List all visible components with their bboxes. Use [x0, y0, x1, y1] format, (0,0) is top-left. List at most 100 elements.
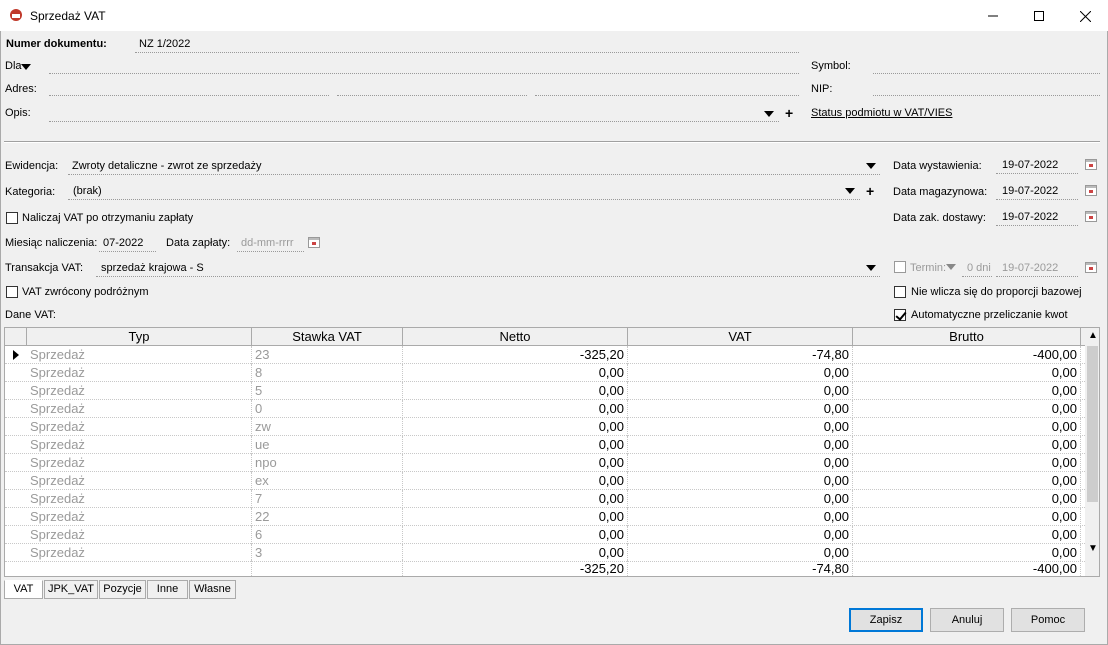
termin-calendar-icon[interactable] — [1085, 262, 1097, 273]
termin-days-input[interactable]: 0 dni — [967, 262, 991, 274]
table-row[interactable]: Sprzedaż 22 0,00 0,00 0,00 — [5, 508, 1085, 526]
tab-inne[interactable]: Inne — [147, 580, 188, 599]
cell-vat[interactable]: 0,00 — [628, 490, 853, 508]
table-row[interactable]: Sprzedaż npo 0,00 0,00 0,00 — [5, 454, 1085, 472]
data-magazynowa-input[interactable]: 19-07-2022 — [1002, 185, 1058, 197]
transakcja-dropdown-icon[interactable] — [866, 265, 876, 271]
grid-scrollbar[interactable]: ▲ ▼ — [1085, 328, 1099, 576]
cell-typ[interactable]: Sprzedaż — [27, 472, 252, 490]
data-zak-input[interactable]: 19-07-2022 — [1002, 211, 1058, 223]
cell-vat[interactable]: 0,00 — [628, 418, 853, 436]
termin-checkbox[interactable] — [894, 261, 906, 273]
cell-stawka[interactable]: 23 — [252, 346, 403, 364]
cell-netto[interactable]: 0,00 — [403, 454, 628, 472]
table-row[interactable]: Sprzedaż ue 0,00 0,00 0,00 — [5, 436, 1085, 454]
column-header-typ[interactable]: Typ — [27, 328, 252, 346]
ewidencja-select[interactable]: Zwroty detaliczne - zwrot ze sprzedaży — [72, 160, 262, 172]
cell-brutto[interactable]: 0,00 — [853, 526, 1081, 544]
cell-brutto[interactable]: 0,00 — [853, 454, 1081, 472]
cell-brutto[interactable]: -400,00 — [853, 346, 1081, 364]
kategoria-add-icon[interactable]: + — [866, 184, 874, 198]
cell-brutto[interactable]: 0,00 — [853, 400, 1081, 418]
cell-stawka[interactable]: zw — [252, 418, 403, 436]
cell-brutto[interactable]: 0,00 — [853, 382, 1081, 400]
cell-netto[interactable]: 0,00 — [403, 526, 628, 544]
status-vies-link[interactable]: Status podmiotu w VAT/VIES — [811, 107, 952, 119]
adres-field-street[interactable] — [49, 95, 329, 96]
cell-netto[interactable]: 0,00 — [403, 364, 628, 382]
cell-typ[interactable]: Sprzedaż — [27, 382, 252, 400]
cell-netto[interactable]: 0,00 — [403, 490, 628, 508]
cell-stawka[interactable]: 5 — [252, 382, 403, 400]
cell-typ[interactable]: Sprzedaż — [27, 436, 252, 454]
cell-brutto[interactable]: 0,00 — [853, 418, 1081, 436]
miesiac-input[interactable]: 07-2022 — [103, 237, 143, 249]
table-row[interactable]: Sprzedaż zw 0,00 0,00 0,00 — [5, 418, 1085, 436]
adres-field-city[interactable] — [535, 95, 799, 96]
table-row[interactable]: Sprzedaż 23 -325,20 -74,80 -400,00 — [5, 346, 1085, 364]
cell-stawka[interactable]: ue — [252, 436, 403, 454]
dla-field[interactable] — [49, 73, 799, 74]
cell-netto[interactable]: 0,00 — [403, 508, 628, 526]
cell-vat[interactable]: -74,80 — [628, 346, 853, 364]
opis-dropdown-icon[interactable] — [764, 111, 774, 117]
table-row[interactable]: Sprzedaż 8 0,00 0,00 0,00 — [5, 364, 1085, 382]
tab-jpk-vat[interactable]: JPK_VAT — [44, 580, 98, 599]
termin-dropdown-icon[interactable] — [946, 264, 956, 270]
data-zak-calendar-icon[interactable] — [1085, 211, 1097, 222]
cell-vat[interactable]: 0,00 — [628, 400, 853, 418]
termin-date-input[interactable]: 19-07-2022 — [1002, 262, 1058, 274]
column-header-stawka[interactable]: Stawka VAT — [252, 328, 403, 346]
naliczaj-vat-checkbox[interactable] — [6, 212, 18, 224]
cell-typ[interactable]: Sprzedaż — [27, 454, 252, 472]
data-zaplaty-calendar-icon[interactable] — [308, 237, 320, 248]
scroll-thumb[interactable] — [1087, 346, 1098, 502]
cancel-button[interactable]: Anuluj — [930, 608, 1004, 632]
scroll-down-icon[interactable]: ▼ — [1088, 543, 1098, 554]
save-button[interactable]: Zapisz — [849, 608, 923, 632]
table-row[interactable]: Sprzedaż 5 0,00 0,00 0,00 — [5, 382, 1085, 400]
cell-stawka[interactable]: npo — [252, 454, 403, 472]
dla-dropdown-icon[interactable] — [21, 64, 31, 70]
vat-grid[interactable]: Typ Stawka VAT Netto VAT Brutto Sprzedaż… — [4, 327, 1100, 577]
cell-netto[interactable]: -325,20 — [403, 346, 628, 364]
kategoria-select[interactable]: (brak) — [73, 185, 102, 197]
cell-stawka[interactable]: 6 — [252, 526, 403, 544]
cell-vat[interactable]: 0,00 — [628, 526, 853, 544]
nip-field[interactable] — [873, 95, 1100, 96]
data-wystawienia-input[interactable]: 19-07-2022 — [1002, 159, 1058, 171]
table-row[interactable]: Sprzedaż ex 0,00 0,00 0,00 — [5, 472, 1085, 490]
cell-vat[interactable]: 0,00 — [628, 364, 853, 382]
cell-brutto[interactable]: 0,00 — [853, 472, 1081, 490]
opis-add-icon[interactable]: + — [785, 106, 793, 120]
adres-field-code[interactable] — [337, 95, 527, 96]
column-header-netto[interactable]: Netto — [403, 328, 628, 346]
tab-vat[interactable]: VAT — [4, 580, 43, 599]
cell-stawka[interactable]: 22 — [252, 508, 403, 526]
column-header-brutto[interactable]: Brutto — [853, 328, 1081, 346]
cell-netto[interactable]: 0,00 — [403, 400, 628, 418]
cell-stawka[interactable]: 0 — [252, 400, 403, 418]
vat-zwrocony-checkbox[interactable] — [6, 286, 18, 298]
auto-przeliczanie-checkbox[interactable] — [894, 309, 906, 321]
cell-typ[interactable]: Sprzedaż — [27, 526, 252, 544]
cell-vat[interactable]: 0,00 — [628, 454, 853, 472]
cell-typ[interactable]: Sprzedaż — [27, 418, 252, 436]
doc-number-input[interactable]: NZ 1/2022 — [139, 38, 190, 50]
cell-typ[interactable]: Sprzedaż — [27, 508, 252, 526]
cell-typ[interactable]: Sprzedaż — [27, 490, 252, 508]
tab-pozycje[interactable]: Pozycje — [99, 580, 146, 599]
kategoria-dropdown-icon[interactable] — [845, 188, 855, 194]
cell-typ[interactable]: Sprzedaż — [27, 364, 252, 382]
ewidencja-dropdown-icon[interactable] — [866, 163, 876, 169]
cell-typ[interactable]: Sprzedaż — [27, 400, 252, 418]
column-header-vat[interactable]: VAT — [628, 328, 853, 346]
cell-netto[interactable]: 0,00 — [403, 418, 628, 436]
maximize-button[interactable] — [1016, 0, 1062, 31]
help-button[interactable]: Pomoc — [1011, 608, 1085, 632]
cell-stawka[interactable]: 8 — [252, 364, 403, 382]
table-row[interactable]: Sprzedaż 7 0,00 0,00 0,00 — [5, 490, 1085, 508]
cell-stawka[interactable]: ex — [252, 472, 403, 490]
data-magazynowa-calendar-icon[interactable] — [1085, 185, 1097, 196]
cell-netto[interactable]: 0,00 — [403, 436, 628, 454]
